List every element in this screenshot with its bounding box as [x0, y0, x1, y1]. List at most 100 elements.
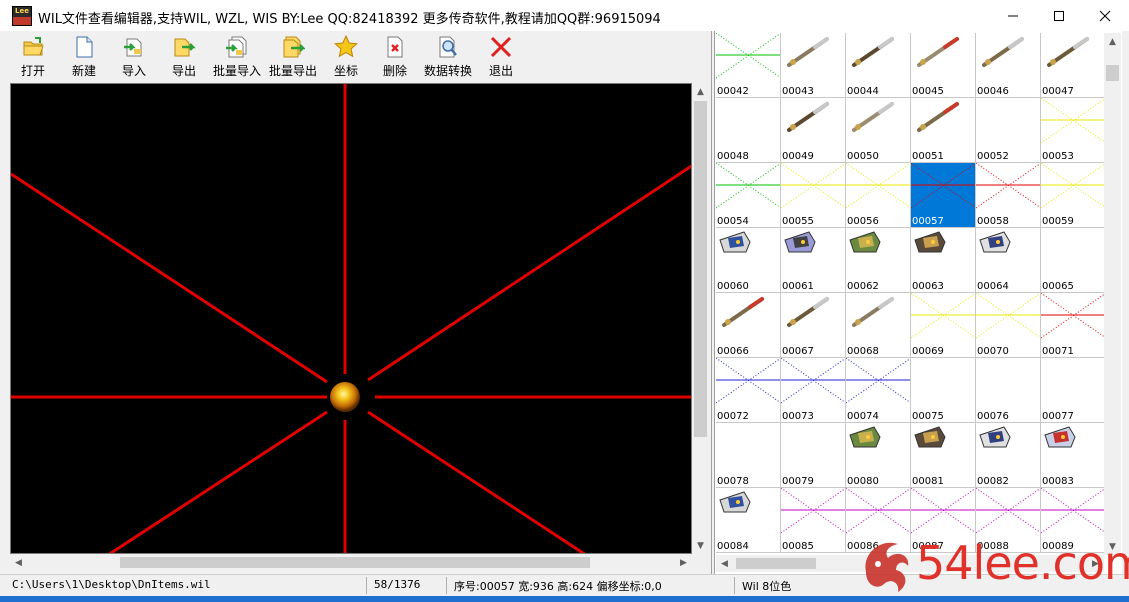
scroll-thumb[interactable] [694, 101, 707, 437]
thumbnail-index: 00043 [782, 86, 814, 97]
toolbar-button-new-file[interactable]: 新建 [59, 31, 109, 82]
grid-vertical-scrollbar[interactable]: ▲ ▼ [1104, 33, 1121, 555]
minimize-icon [1008, 15, 1018, 16]
thumbnail-index: 00085 [782, 541, 814, 552]
scroll-down-icon[interactable]: ▼ [692, 537, 709, 554]
app-window: Lee WIL文件查看编辑器,支持WIL, WZL, WIS BY:Lee QQ… [0, 0, 1129, 602]
thumbnail-cell[interactable]: 00042 [716, 33, 781, 98]
scroll-thumb[interactable] [736, 558, 816, 569]
thumbnail-cell[interactable]: 00052 [976, 98, 1041, 163]
toolbar: 打开 新建 导入 导出 批量导入 批量导出 坐标 删除 数据转换 退出 [7, 31, 712, 82]
toolbar-button-label: 打开 [20, 64, 45, 78]
thumbnail-cell[interactable]: 00051 [911, 98, 976, 163]
thumbnail-cell[interactable]: 00077 [1041, 358, 1106, 423]
thumbnail-cell[interactable]: 00054 [716, 163, 781, 228]
minimize-button[interactable] [990, 0, 1036, 31]
image-viewer[interactable] [10, 83, 692, 554]
thumbnail-cell[interactable]: 00056 [846, 163, 911, 228]
thumbnail-cell[interactable]: 00060 [716, 228, 781, 293]
thumbnail-grid: 00042 00043 00044 00045 00046 00047 00048 00049… [716, 33, 1106, 553]
item-orb-icon [330, 382, 360, 412]
thumbnail-cell[interactable]: 00055 [781, 163, 846, 228]
thumbnail-index: 00062 [847, 281, 879, 292]
thumbnail-cell[interactable]: 00048 [716, 98, 781, 163]
scroll-up-icon[interactable]: ▲ [692, 83, 709, 100]
thumbnail-cell[interactable]: 00047 [1041, 33, 1106, 98]
scroll-thumb[interactable] [120, 557, 590, 568]
thumbnail-cell[interactable]: 00079 [781, 423, 846, 488]
thumbnail-index: 00042 [717, 86, 749, 97]
thumbnail-cell[interactable]: 00073 [781, 358, 846, 423]
preview-horizontal-scrollbar[interactable]: ◀ ▶ [10, 554, 692, 571]
toolbar-button-exit[interactable]: 退出 [477, 31, 525, 82]
scroll-left-icon[interactable]: ◀ [716, 555, 733, 572]
scroll-thumb[interactable] [1106, 65, 1119, 81]
maximize-button[interactable] [1036, 0, 1082, 31]
thumbnail-index: 00084 [717, 541, 749, 552]
scroll-right-icon[interactable]: ▶ [675, 554, 692, 571]
toolbar-button-open-folder[interactable]: 打开 [7, 31, 59, 82]
thumbnail-index: 00065 [1042, 281, 1074, 292]
thumbnail-cell[interactable]: 00053 [1041, 98, 1106, 163]
preview-vertical-scrollbar[interactable]: ▲ ▼ [692, 83, 709, 554]
thumbnail-cell[interactable]: 00066 [716, 293, 781, 358]
scroll-up-icon[interactable]: ▲ [1104, 33, 1121, 50]
toolbar-button-import[interactable]: 导入 [109, 31, 159, 82]
thumbnail-index: 00082 [977, 476, 1009, 487]
thumbnail-cell[interactable]: 00085 [781, 488, 846, 553]
toolbar-button-batch-import[interactable]: 批量导入 [209, 31, 265, 82]
toolbar-button-batch-export[interactable]: 批量导出 [265, 31, 321, 82]
thumbnail-cell[interactable]: 00071 [1041, 293, 1106, 358]
toolbar-button-export[interactable]: 导出 [159, 31, 209, 82]
thumbnail-index: 00070 [977, 346, 1009, 357]
thumbnail-index: 00064 [977, 281, 1009, 292]
thumbnail-index: 00077 [1042, 411, 1074, 422]
thumbnail-index: 00045 [912, 86, 944, 97]
thumbnail-cell[interactable]: 00076 [976, 358, 1041, 423]
thumbnail-cell[interactable]: 00082 [976, 423, 1041, 488]
thumbnail-cell[interactable]: 00043 [781, 33, 846, 98]
thumbnail-cell[interactable]: 00062 [846, 228, 911, 293]
thumbnail-index: 00051 [912, 151, 944, 162]
thumbnail-cell[interactable]: 00045 [911, 33, 976, 98]
thumbnail-cell[interactable]: 00080 [846, 423, 911, 488]
thumbnail-index: 00060 [717, 281, 749, 292]
import-icon [122, 35, 146, 59]
app-logo-icon: Lee [12, 6, 32, 26]
thumbnail-cell[interactable]: 00063 [911, 228, 976, 293]
thumbnail-cell[interactable]: 00061 [781, 228, 846, 293]
thumbnail-index: 00067 [782, 346, 814, 357]
thumbnail-index: 00052 [977, 151, 1009, 162]
thumbnail-cell[interactable]: 00058 [976, 163, 1041, 228]
scroll-left-icon[interactable]: ◀ [10, 554, 27, 571]
thumbnail-cell[interactable]: 00046 [976, 33, 1041, 98]
thumbnail-cell[interactable]: 00067 [781, 293, 846, 358]
thumbnail-index: 00076 [977, 411, 1009, 422]
thumbnail-cell[interactable]: 00084 [716, 488, 781, 553]
toolbar-button-delete[interactable]: 删除 [371, 31, 419, 82]
thumbnail-cell[interactable]: 00069 [911, 293, 976, 358]
close-button[interactable] [1082, 0, 1128, 31]
thumbnail-index: 00056 [847, 216, 879, 227]
thumbnail-cell[interactable]: 00059 [1041, 163, 1106, 228]
thumbnail-index: 00072 [717, 411, 749, 422]
thumbnail-cell[interactable]: 00083 [1041, 423, 1106, 488]
thumbnail-cell[interactable]: 00065 [1041, 228, 1106, 293]
thumbnail-cell[interactable]: 00068 [846, 293, 911, 358]
batch-export-icon [281, 35, 306, 59]
thumbnail-cell[interactable]: 00081 [911, 423, 976, 488]
toolbar-button-star[interactable]: 坐标 [321, 31, 371, 82]
exit-icon [489, 35, 513, 59]
thumbnail-cell[interactable]: 00057 [911, 163, 976, 228]
thumbnail-cell[interactable]: 00072 [716, 358, 781, 423]
toolbar-button-label: 导出 [171, 64, 196, 78]
thumbnail-cell[interactable]: 00044 [846, 33, 911, 98]
toolbar-button-convert[interactable]: 数据转换 [419, 31, 477, 82]
thumbnail-cell[interactable]: 00050 [846, 98, 911, 163]
thumbnail-cell[interactable]: 00070 [976, 293, 1041, 358]
thumbnail-cell[interactable]: 00075 [911, 358, 976, 423]
thumbnail-cell[interactable]: 00049 [781, 98, 846, 163]
thumbnail-cell[interactable]: 00074 [846, 358, 911, 423]
thumbnail-cell[interactable]: 00078 [716, 423, 781, 488]
thumbnail-cell[interactable]: 00064 [976, 228, 1041, 293]
